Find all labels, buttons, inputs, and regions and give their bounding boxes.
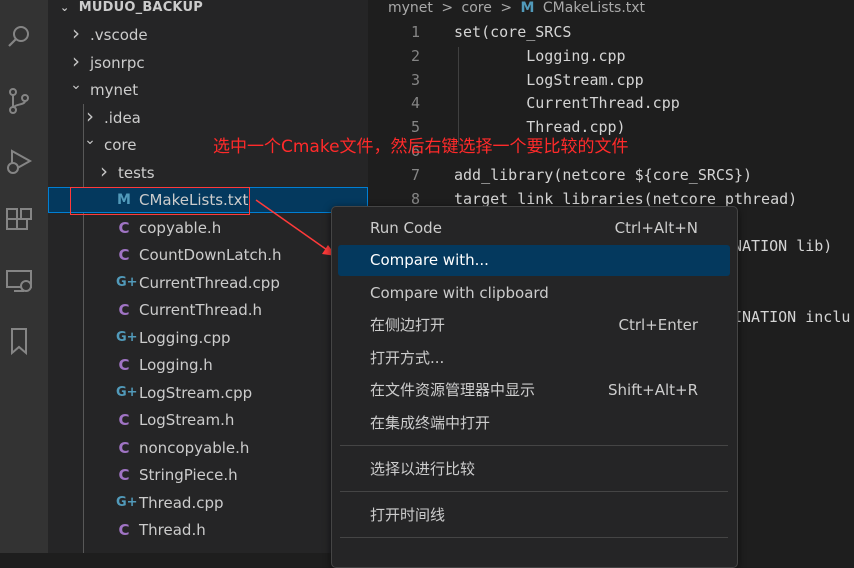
menu-item-label: Compare with clipboard: [370, 284, 549, 302]
menu-item-compare-clipboard[interactable]: Compare with clipboard: [338, 278, 730, 309]
menu-item-compare-with[interactable]: Compare with...: [338, 245, 730, 276]
menu-item-open-to-side[interactable]: 在侧边打开 Ctrl+Enter: [338, 310, 730, 341]
menu-item-open-timeline[interactable]: 打开时间线: [338, 500, 730, 531]
menu-item-label: 在侧边打开: [370, 316, 446, 334]
menu-item-label: Run Code: [370, 219, 442, 237]
menu-item-run-code[interactable]: Run Code Ctrl+Alt+N: [338, 213, 730, 244]
menu-item-label: Compare with...: [370, 251, 489, 269]
menu-item-label: 在文件资源管理器中显示: [370, 381, 536, 399]
menu-item-label: 打开时间线: [370, 506, 446, 524]
menu-item-reveal-in-explorer[interactable]: 在文件资源管理器中显示 Shift+Alt+R: [338, 375, 730, 406]
menu-item-shortcut: Ctrl+Alt+N: [614, 219, 698, 237]
menu-item-open-with[interactable]: 打开方式...: [338, 343, 730, 374]
menu-item-shortcut: Shift+Alt+R: [608, 381, 698, 399]
menu-item-select-for-compare[interactable]: 选择以进行比较: [338, 454, 730, 485]
menu-item-label: 选择以进行比较: [370, 460, 476, 478]
menu-item-open-in-terminal[interactable]: 在集成终端中打开: [338, 408, 730, 439]
menu-item-label: 在集成终端中打开: [370, 414, 491, 432]
menu-item-label: 打开方式...: [370, 349, 445, 367]
menu-separator: [340, 445, 728, 446]
menu-item-shortcut: Ctrl+Enter: [618, 316, 698, 334]
menu-separator: [340, 537, 728, 538]
menu-separator: [340, 491, 728, 492]
context-menu: Run Code Ctrl+Alt+N Compare with... Comp…: [331, 206, 738, 568]
